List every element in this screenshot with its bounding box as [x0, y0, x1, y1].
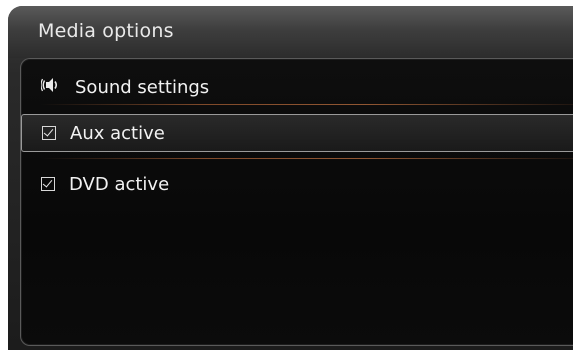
- checkbox-checked-icon[interactable]: [42, 126, 56, 140]
- separator: [41, 104, 573, 105]
- title-bar: Media options: [8, 6, 573, 58]
- sound-settings-menu-item[interactable]: Sound settings: [40, 67, 573, 107]
- dvd-active-label: DVD active: [69, 173, 170, 195]
- dvd-active-menu-item[interactable]: DVD active: [41, 164, 573, 204]
- menu-panel: Sound settings Aux active DVD active: [20, 58, 573, 346]
- separator: [41, 158, 573, 159]
- checkbox-checked-icon[interactable]: [41, 177, 55, 191]
- aux-active-label: Aux active: [70, 122, 165, 144]
- aux-active-menu-item[interactable]: Aux active: [21, 114, 573, 152]
- page-title: Media options: [38, 20, 174, 42]
- sound-settings-label: Sound settings: [75, 76, 210, 98]
- speaker-icon: [40, 77, 67, 97]
- media-options-screen: Media options Sound settings Aux active …: [8, 6, 573, 350]
